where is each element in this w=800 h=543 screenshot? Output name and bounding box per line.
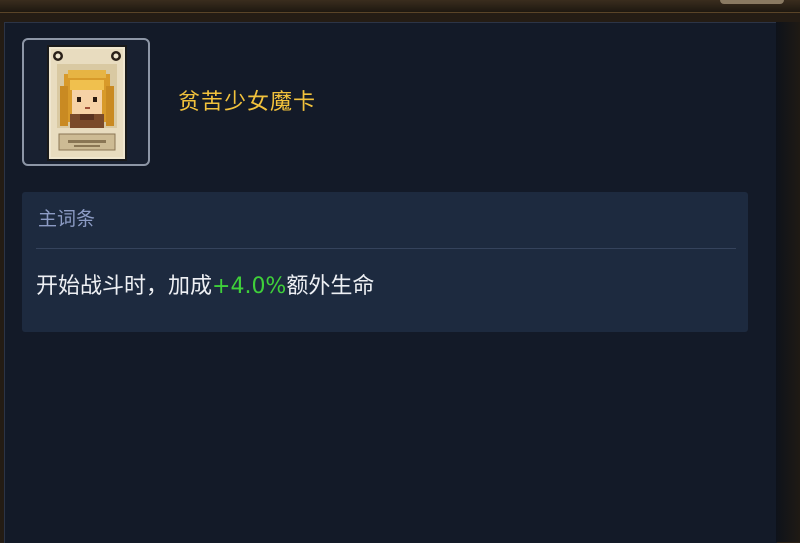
effect-prefix: 开始战斗时，加成 [36,274,213,299]
effect-suffix: 额外生命 [286,274,375,299]
tooltip-frame: 贫苦少女魔卡 主词条 开始战斗时，加成+4.0%额外生命 [0,0,800,543]
frame-top-tab [720,0,784,4]
affix-effect-text: 开始战斗时，加成+4.0%额外生命 [36,272,374,302]
card-girl-portrait-icon [47,45,127,161]
section-header: 主词条 [38,208,96,230]
effect-value: +4.0% [212,274,287,299]
frame-top-border [0,0,800,13]
section-divider [36,248,736,249]
card-title: 贫苦少女魔卡 [178,90,317,115]
card-thumbnail[interactable] [22,38,150,166]
main-affix-section: 主词条 开始战斗时，加成+4.0%额外生命 [22,192,748,332]
panel-scroll-edge [776,22,800,542]
